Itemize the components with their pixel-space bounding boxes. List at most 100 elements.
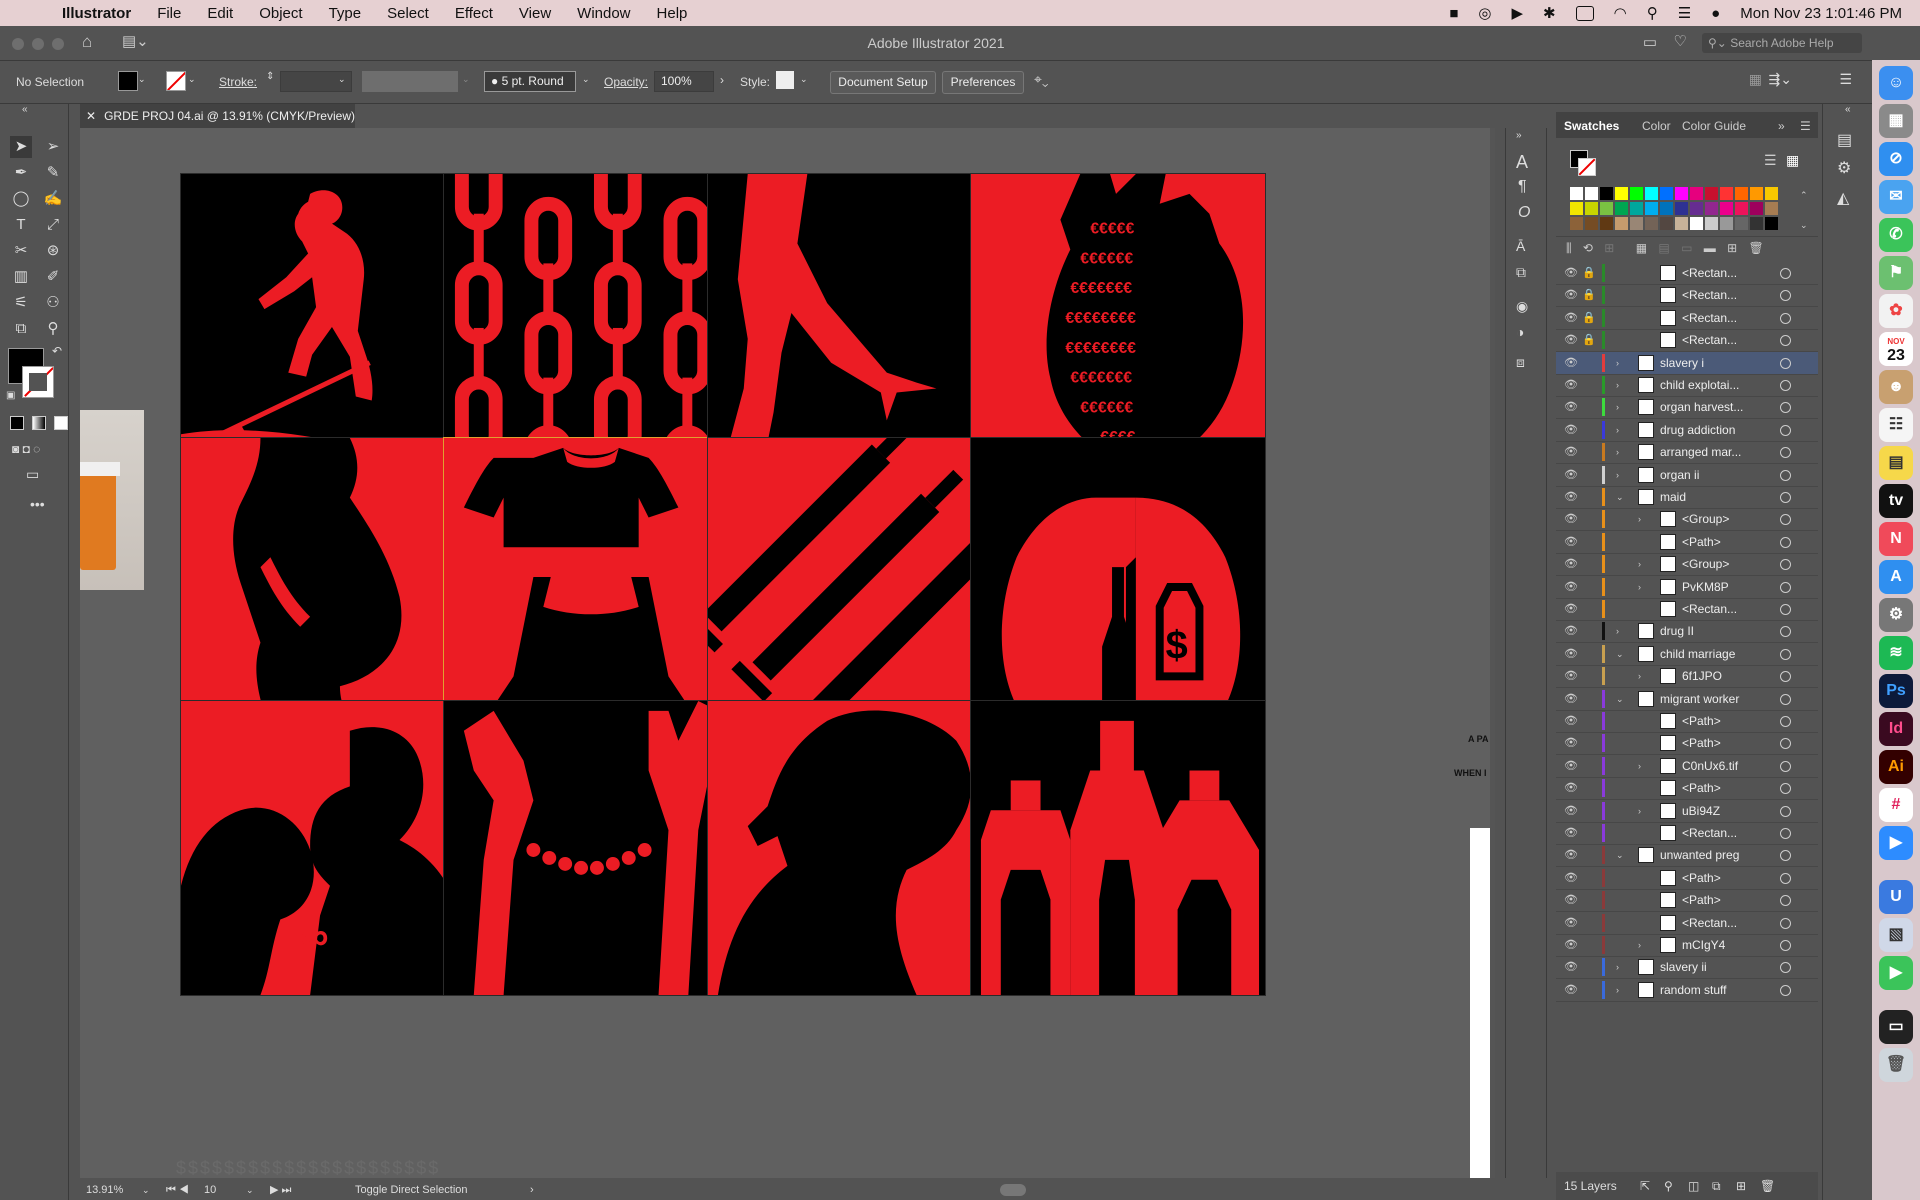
finder-icon[interactable]: ☺ — [1879, 66, 1913, 100]
curvature-tool-icon[interactable]: ✎ — [42, 162, 64, 184]
delete-swatch-icon[interactable]: 🗑 — [1749, 241, 1764, 255]
visibility-eye-icon[interactable]: 👁 — [1564, 710, 1578, 732]
character-panel-icon[interactable]: A — [1516, 152, 1528, 173]
search-help-input[interactable]: ⚲⌄ Search Adobe Help — [1702, 33, 1862, 53]
target-circle-icon[interactable] — [1780, 469, 1791, 481]
visibility-eye-icon[interactable]: 👁 — [1564, 912, 1578, 934]
swatch[interactable] — [1705, 187, 1718, 200]
visibility-eye-icon[interactable]: 👁 — [1564, 732, 1578, 754]
screenshot-icon[interactable]: ▭ — [1879, 1010, 1913, 1044]
transparency-icon[interactable]: ◑ — [1516, 324, 1524, 340]
document-setup-button[interactable]: Document Setup — [830, 71, 936, 94]
draw-mode-icon[interactable]: ◙ ◘ ◌ — [12, 442, 40, 456]
visibility-eye-icon[interactable]: 👁 — [1564, 307, 1578, 329]
layer-row[interactable]: 👁 🔒 <Rectan... — [1556, 262, 1818, 285]
target-circle-icon[interactable] — [1780, 917, 1791, 929]
expand-panel-icon[interactable]: » — [1516, 130, 1522, 141]
swatch[interactable] — [1570, 187, 1583, 200]
layer-row[interactable]: 👁 › uBi94Z — [1556, 800, 1818, 823]
swatch[interactable] — [1675, 187, 1688, 200]
target-circle-icon[interactable] — [1780, 536, 1791, 548]
tile-handcuffed-hands[interactable] — [443, 700, 739, 996]
swatch[interactable] — [1570, 217, 1583, 230]
tile-legs-heels[interactable] — [707, 173, 1003, 469]
stroke-swatch[interactable] — [22, 366, 54, 398]
tab-swatches[interactable]: Swatches — [1564, 119, 1619, 133]
close-tab-icon[interactable]: ✕ — [86, 109, 96, 123]
layer-row[interactable]: 👁 › arranged mar... — [1556, 441, 1818, 465]
target-circle-icon[interactable] — [1780, 962, 1791, 974]
layer-row[interactable]: 👁 › mCIgY4 — [1556, 934, 1818, 957]
chevron-right-icon[interactable]: › — [1616, 979, 1619, 1001]
chevron-down-icon[interactable]: ⌄ — [1616, 486, 1624, 508]
chevron-right-icon[interactable]: › — [1638, 576, 1641, 598]
gradient-tool-icon[interactable]: ▥ — [10, 266, 32, 288]
visibility-eye-icon[interactable]: 👁 — [1564, 956, 1578, 978]
notes-icon[interactable]: ▤ — [1879, 446, 1913, 480]
lock-icon[interactable]: 🔒 — [1582, 307, 1596, 329]
photos-icon[interactable]: ✿ — [1879, 294, 1913, 328]
opacity-field[interactable]: 100% — [654, 71, 714, 92]
visibility-eye-icon[interactable]: 👁 — [1564, 553, 1578, 575]
target-circle-icon[interactable] — [1780, 984, 1791, 996]
swatch[interactable] — [1690, 202, 1703, 215]
news-icon[interactable]: N — [1879, 522, 1913, 556]
variable-width-profile[interactable] — [362, 71, 458, 92]
folder-icon[interactable]: ▭ — [1681, 241, 1692, 255]
chevron-down-icon[interactable]: ⌄ — [142, 1180, 150, 1200]
chevron-right-icon[interactable]: › — [530, 1180, 534, 1200]
menu-effect[interactable]: Effect — [455, 5, 493, 22]
layer-row[interactable]: 👁 🔒 <Rectan... — [1556, 307, 1818, 330]
zoom-tool-icon[interactable]: ⚲ — [42, 318, 64, 340]
target-circle-icon[interactable] — [1780, 581, 1791, 593]
play-icon[interactable]: ▶ — [1512, 4, 1524, 22]
target-circle-icon[interactable] — [1780, 290, 1791, 302]
blend-tool-icon[interactable]: ⚟ — [10, 292, 32, 314]
video-icon[interactable]: ■ — [1449, 5, 1458, 22]
visibility-eye-icon[interactable]: 👁 — [1564, 464, 1578, 486]
visibility-eye-icon[interactable]: 👁 — [1564, 508, 1578, 530]
arrange-documents-icon[interactable]: ▭ — [1643, 33, 1657, 51]
swatch[interactable] — [1675, 217, 1688, 230]
preview-icon[interactable]: ▧ — [1879, 918, 1913, 952]
target-circle-icon[interactable] — [1780, 380, 1791, 391]
pen-tool-icon[interactable]: ✒ — [10, 162, 32, 184]
visibility-eye-icon[interactable]: 👁 — [1564, 800, 1578, 822]
paragraph-styles-icon[interactable]: ⧉ — [1516, 264, 1526, 281]
new-color-group-icon[interactable]: ▦ — [1636, 241, 1647, 255]
wifi-icon[interactable]: ◠ — [1614, 4, 1627, 22]
swatch[interactable] — [1630, 187, 1643, 200]
target-circle-icon[interactable] — [1780, 850, 1791, 862]
swatch[interactable] — [1690, 217, 1703, 230]
swatch-options-icon[interactable]: ⊞ — [1604, 241, 1614, 255]
color-mode-icon[interactable] — [10, 416, 24, 430]
paragraph-panel-icon[interactable]: ¶ — [1518, 178, 1527, 196]
target-circle-icon[interactable] — [1780, 335, 1791, 347]
zoom-level[interactable]: 13.91% — [86, 1180, 123, 1200]
swatch[interactable] — [1615, 217, 1628, 230]
visibility-eye-icon[interactable]: 👁 — [1564, 374, 1578, 396]
swatch[interactable] — [1720, 187, 1733, 200]
tile-slavery-farmer[interactable] — [180, 173, 476, 469]
fill-color-swatch[interactable] — [118, 71, 138, 91]
horizontal-scrollbar-thumb[interactable] — [1000, 1184, 1026, 1196]
transform-icon[interactable]: ⇶⌄ — [1769, 71, 1792, 88]
tile-lungs-tag[interactable]: $ — [970, 437, 1266, 733]
layer-row[interactable]: 👁 › child explotai... — [1556, 374, 1818, 397]
visibility-eye-icon[interactable]: 👁 — [1564, 889, 1578, 911]
launchpad-icon[interactable]: ▦ — [1879, 104, 1913, 138]
libraries-panel-icon[interactable]: ⚙ — [1837, 158, 1851, 178]
swatch[interactable] — [1750, 217, 1763, 230]
target-circle-icon[interactable] — [1780, 424, 1791, 436]
layer-row[interactable]: 👁 › slavery i — [1556, 351, 1818, 375]
swatch[interactable] — [1660, 217, 1673, 230]
chevron-right-icon[interactable]: › — [1638, 934, 1641, 956]
indesign-icon[interactable]: Id — [1879, 712, 1913, 746]
scroll-up-icon[interactable]: ⌃ — [1800, 190, 1808, 201]
clock[interactable]: Mon Nov 23 1:01:46 PM — [1740, 5, 1902, 22]
swatch-stroke-preview[interactable] — [1578, 158, 1596, 176]
layer-row[interactable]: 👁 <Path> — [1556, 889, 1818, 913]
collapse-panel-icon[interactable]: « — [1845, 104, 1851, 115]
visibility-eye-icon[interactable]: 👁 — [1564, 822, 1578, 844]
chevron-down-icon[interactable]: ⌄ — [338, 74, 346, 85]
